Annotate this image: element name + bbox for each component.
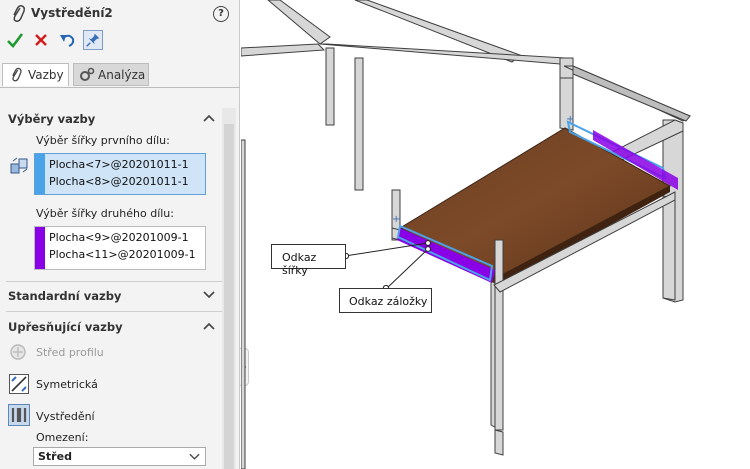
help-icon[interactable]: ? bbox=[213, 6, 229, 22]
list-item[interactable]: Plocha<8>@20201011-1 bbox=[49, 175, 189, 188]
paperclip-icon bbox=[13, 5, 25, 22]
selection-color-bar bbox=[35, 154, 45, 194]
callout-text: Odkaz záložky bbox=[349, 295, 428, 308]
tab-analyza[interactable]: Analýza bbox=[73, 63, 149, 86]
pushpin-icon[interactable] bbox=[83, 30, 103, 50]
second-selection-label: Výběr šířky druhého dílu: bbox=[36, 207, 174, 220]
section-title-advanced[interactable]: Upřesňující vazby bbox=[8, 320, 123, 334]
width-mate-icon[interactable] bbox=[8, 404, 30, 426]
tab-vazby[interactable]: Vazby bbox=[2, 63, 69, 86]
divider bbox=[6, 311, 222, 312]
option-profile-center[interactable]: Střed profilu bbox=[36, 346, 104, 359]
chevron-down-icon bbox=[189, 453, 200, 460]
profile-center-icon[interactable] bbox=[8, 342, 28, 362]
checkmark-icon[interactable] bbox=[5, 30, 25, 50]
anchor-dot bbox=[425, 246, 431, 252]
list-item[interactable]: Plocha<11>@20201009-1 bbox=[49, 248, 196, 261]
option-symmetric[interactable]: Symetrická bbox=[36, 378, 98, 391]
leader-line bbox=[344, 242, 429, 257]
mate-entities-icon bbox=[10, 157, 28, 174]
chevron-up-icon[interactable] bbox=[203, 114, 215, 122]
tab-bar: Vazby Analýza bbox=[0, 63, 240, 88]
constraint-select[interactable]: Střed bbox=[33, 447, 206, 466]
paperclip-icon bbox=[12, 67, 22, 82]
divider bbox=[6, 281, 222, 282]
second-selection-list[interactable]: Plocha<9>@20201009-1 Plocha<11>@20201009… bbox=[34, 226, 206, 270]
gears-icon bbox=[80, 67, 95, 81]
property-manager: Vystředění2 ? Vazby Analýza Výběry vazby… bbox=[0, 0, 240, 469]
scrollbar-thumb[interactable] bbox=[224, 124, 234, 469]
chevron-up-icon[interactable] bbox=[203, 322, 215, 330]
section-title-standard[interactable]: Standardní vazby bbox=[8, 289, 121, 303]
callout-width-reference[interactable]: Odkaz šířky bbox=[271, 244, 346, 277]
section-title-selections[interactable]: Výběry vazby bbox=[8, 112, 95, 126]
constraint-label: Omezení: bbox=[36, 431, 89, 444]
first-selection-list[interactable]: Plocha<7>@20201011-1 Plocha<8>@20201011-… bbox=[34, 153, 206, 195]
callout-text: Odkaz šířky bbox=[282, 251, 317, 277]
leader-line bbox=[385, 248, 429, 290]
close-icon[interactable] bbox=[31, 30, 51, 50]
chevron-down-icon[interactable] bbox=[203, 291, 215, 299]
list-item[interactable]: Plocha<9>@20201009-1 bbox=[49, 231, 189, 244]
origin-marker: + bbox=[392, 214, 400, 225]
selection-color-bar bbox=[35, 227, 45, 269]
constraint-value: Střed bbox=[38, 450, 72, 463]
list-item[interactable]: Plocha<7>@20201011-1 bbox=[49, 158, 189, 171]
tab-label: Analýza bbox=[98, 68, 146, 82]
tab-label: Vazby bbox=[28, 68, 64, 82]
anchor-dot bbox=[425, 240, 431, 246]
first-selection-label: Výběr šířky prvního dílu: bbox=[36, 134, 170, 147]
origin-marker: + bbox=[566, 114, 574, 125]
option-width[interactable]: Vystředění bbox=[36, 410, 95, 423]
panel-title: Vystředění2 bbox=[31, 6, 113, 20]
panel-header: Vystředění2 ? bbox=[0, 0, 240, 28]
callout-tab-reference[interactable]: Odkaz záložky bbox=[339, 288, 432, 313]
graphics-viewport[interactable]: + + bbox=[241, 0, 750, 469]
symmetric-icon[interactable] bbox=[8, 373, 30, 395]
undo-icon[interactable] bbox=[57, 30, 77, 50]
